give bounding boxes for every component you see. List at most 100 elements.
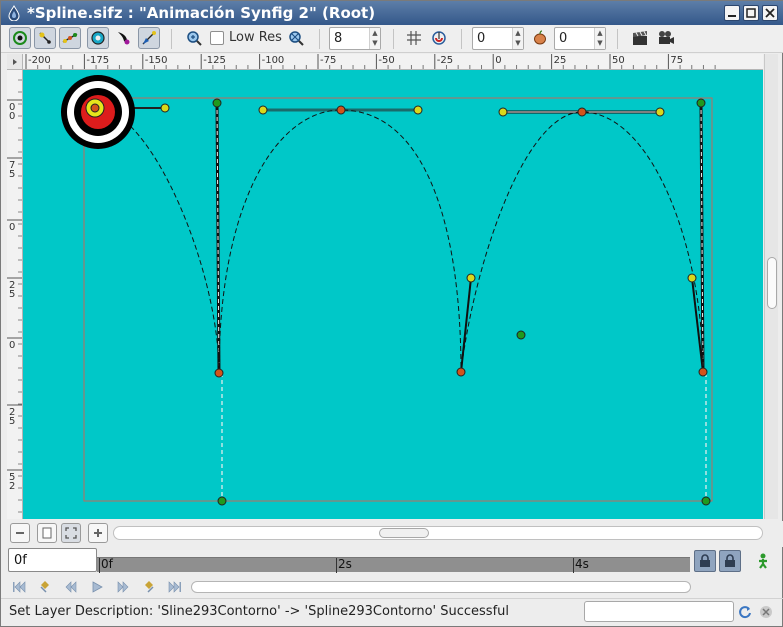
ruler-tick-label: 0 [9, 111, 15, 122]
timeline-tick [573, 558, 574, 573]
tangent-handle [498, 107, 508, 117]
vertical-scroll-thumb[interactable] [767, 257, 777, 309]
next-frame-icon [117, 581, 129, 593]
grid-toggle-button[interactable] [403, 27, 425, 49]
next-keyframe-button[interactable] [141, 579, 157, 595]
horizontal-scrollbar[interactable] [113, 526, 763, 540]
timeline-tick [336, 558, 337, 573]
ruler-tick-label: 0 [495, 55, 501, 66]
vertex-handle [336, 105, 346, 115]
future-keyframes-value: 0 [559, 31, 568, 46]
tangent-handle [655, 107, 665, 117]
tangent-handle [413, 105, 423, 115]
ruler-tick-label: 25 [554, 55, 567, 66]
quality-spinbox[interactable]: 8 ▲ ▼ [329, 27, 381, 50]
mirror-tool-button[interactable] [112, 27, 134, 49]
ruler-tick-label: -175 [86, 55, 109, 66]
lock-past-keyframe-button[interactable] [694, 550, 716, 572]
horizontal-ruler-marks: -200 -175 -150 -125 -100 -75 -50 -25 0 25 50 75 [25, 54, 716, 69]
width-handle [696, 98, 706, 108]
zoom-out-button[interactable] [285, 27, 307, 49]
onion-skin-button[interactable] [428, 27, 450, 49]
seek-begin-button[interactable] [11, 579, 27, 595]
past-keyframes-spin-arrows[interactable]: ▲ ▼ [512, 28, 523, 49]
close-button[interactable] [762, 5, 778, 21]
horizontal-scroll-thumb[interactable] [379, 528, 429, 538]
scale-tool-button[interactable] [59, 27, 81, 49]
zoom-in-button[interactable] [183, 27, 205, 49]
page-icon [42, 527, 52, 539]
smooth-move-button[interactable] [34, 27, 56, 49]
onion-keyframe-button[interactable] [529, 27, 551, 49]
minimize-button[interactable] [724, 5, 740, 21]
draw-tool-button[interactable] [138, 27, 160, 49]
vertical-scrollbar[interactable] [764, 54, 778, 519]
timeslider[interactable]: 0f 2s 4s [97, 557, 690, 573]
timeline-label-0: 0f [101, 557, 113, 571]
animation-mode-toggle[interactable] [753, 551, 773, 571]
rotate-tool-button[interactable] [87, 27, 109, 49]
future-keyframes-spin-arrows[interactable]: ▲ ▼ [594, 28, 605, 49]
ruler-tick-label: -75 [320, 55, 336, 66]
render-button[interactable] [629, 27, 651, 49]
work-area-canvas[interactable] [23, 70, 763, 519]
vertical-ruler: 007502502552 [7, 70, 23, 519]
grid-icon [407, 31, 421, 45]
ruler-tick-label: 50 [612, 55, 625, 66]
transform-tool-button[interactable] [9, 27, 31, 49]
prev-keyframe-icon [40, 581, 49, 593]
timeline-label-2s: 2s [338, 557, 352, 571]
vertex-handle [577, 107, 587, 117]
prev-keyframe-button[interactable] [37, 579, 53, 595]
caret-right-icon [12, 58, 17, 65]
zoom-out-canvas-button[interactable] [10, 523, 30, 543]
animation-mode-figure-icon [759, 553, 767, 569]
onion-keyframe-icon [534, 30, 546, 45]
origin-target[interactable] [61, 75, 135, 149]
stop-button[interactable] [759, 605, 773, 619]
seek-end-button[interactable] [167, 579, 183, 595]
zoom-in-canvas-button[interactable] [88, 523, 108, 543]
ruler-tick-label: -100 [262, 55, 285, 66]
ruler-tick-label: 75 [670, 55, 683, 66]
maximize-button[interactable] [743, 5, 759, 21]
status-message: Set Layer Description: 'Sline293Contorno… [9, 604, 510, 619]
vertical-ruler-marks: 007502502552 [7, 79, 22, 513]
app-window: *Spline.sifz : "Animación Synfig 2" (Roo… [0, 0, 783, 627]
rotate-icon [91, 31, 105, 45]
tangent-handle [687, 273, 697, 283]
scale-icon [62, 33, 78, 43]
vertex-handle [698, 367, 708, 377]
title-bar[interactable]: *Spline.sifz : "Animación Synfig 2" (Roo… [1, 1, 783, 25]
prev-frame-button[interactable] [63, 579, 79, 595]
preview-camera-icon [659, 31, 674, 44]
width-handle [516, 330, 526, 340]
playback-slider[interactable] [191, 581, 691, 593]
canvas-bounds [83, 97, 713, 502]
status-progress-field [584, 601, 734, 622]
ruler-tick-label: 0 [9, 222, 15, 233]
quality-spin-arrows[interactable]: ▲ ▼ [369, 28, 380, 49]
next-frame-button[interactable] [115, 579, 131, 595]
low-res-checkbox[interactable] [210, 31, 224, 45]
lock-future-keyframe-button[interactable] [719, 550, 741, 572]
tangent-handle [160, 103, 170, 113]
zoom-100-button[interactable] [37, 523, 57, 543]
maximize-icon [746, 8, 756, 18]
timeline-tick [99, 558, 100, 573]
smooth-move-icon [39, 32, 51, 44]
horizontal-ruler: -200 -175 -150 -125 -100 -75 -50 -25 0 25 50 75 [23, 54, 763, 70]
refresh-button[interactable] [738, 605, 752, 619]
play-button[interactable] [89, 579, 105, 595]
zoom-fit-button[interactable] [61, 523, 81, 543]
status-bar: Set Layer Description: 'Sline293Contorno… [1, 598, 783, 626]
ruler-corner-button[interactable] [7, 54, 23, 70]
width-handle [217, 496, 227, 506]
preview-button[interactable] [655, 27, 677, 49]
past-keyframes-spinbox[interactable]: 0 ▲ ▼ [472, 27, 524, 50]
zoom-out-icon [289, 31, 304, 46]
future-keyframes-spinbox[interactable]: 0 ▲ ▼ [554, 27, 606, 50]
ruler-tick-label: -125 [203, 55, 226, 66]
spline-path [95, 107, 704, 374]
current-time-field[interactable]: 0f [8, 548, 97, 572]
